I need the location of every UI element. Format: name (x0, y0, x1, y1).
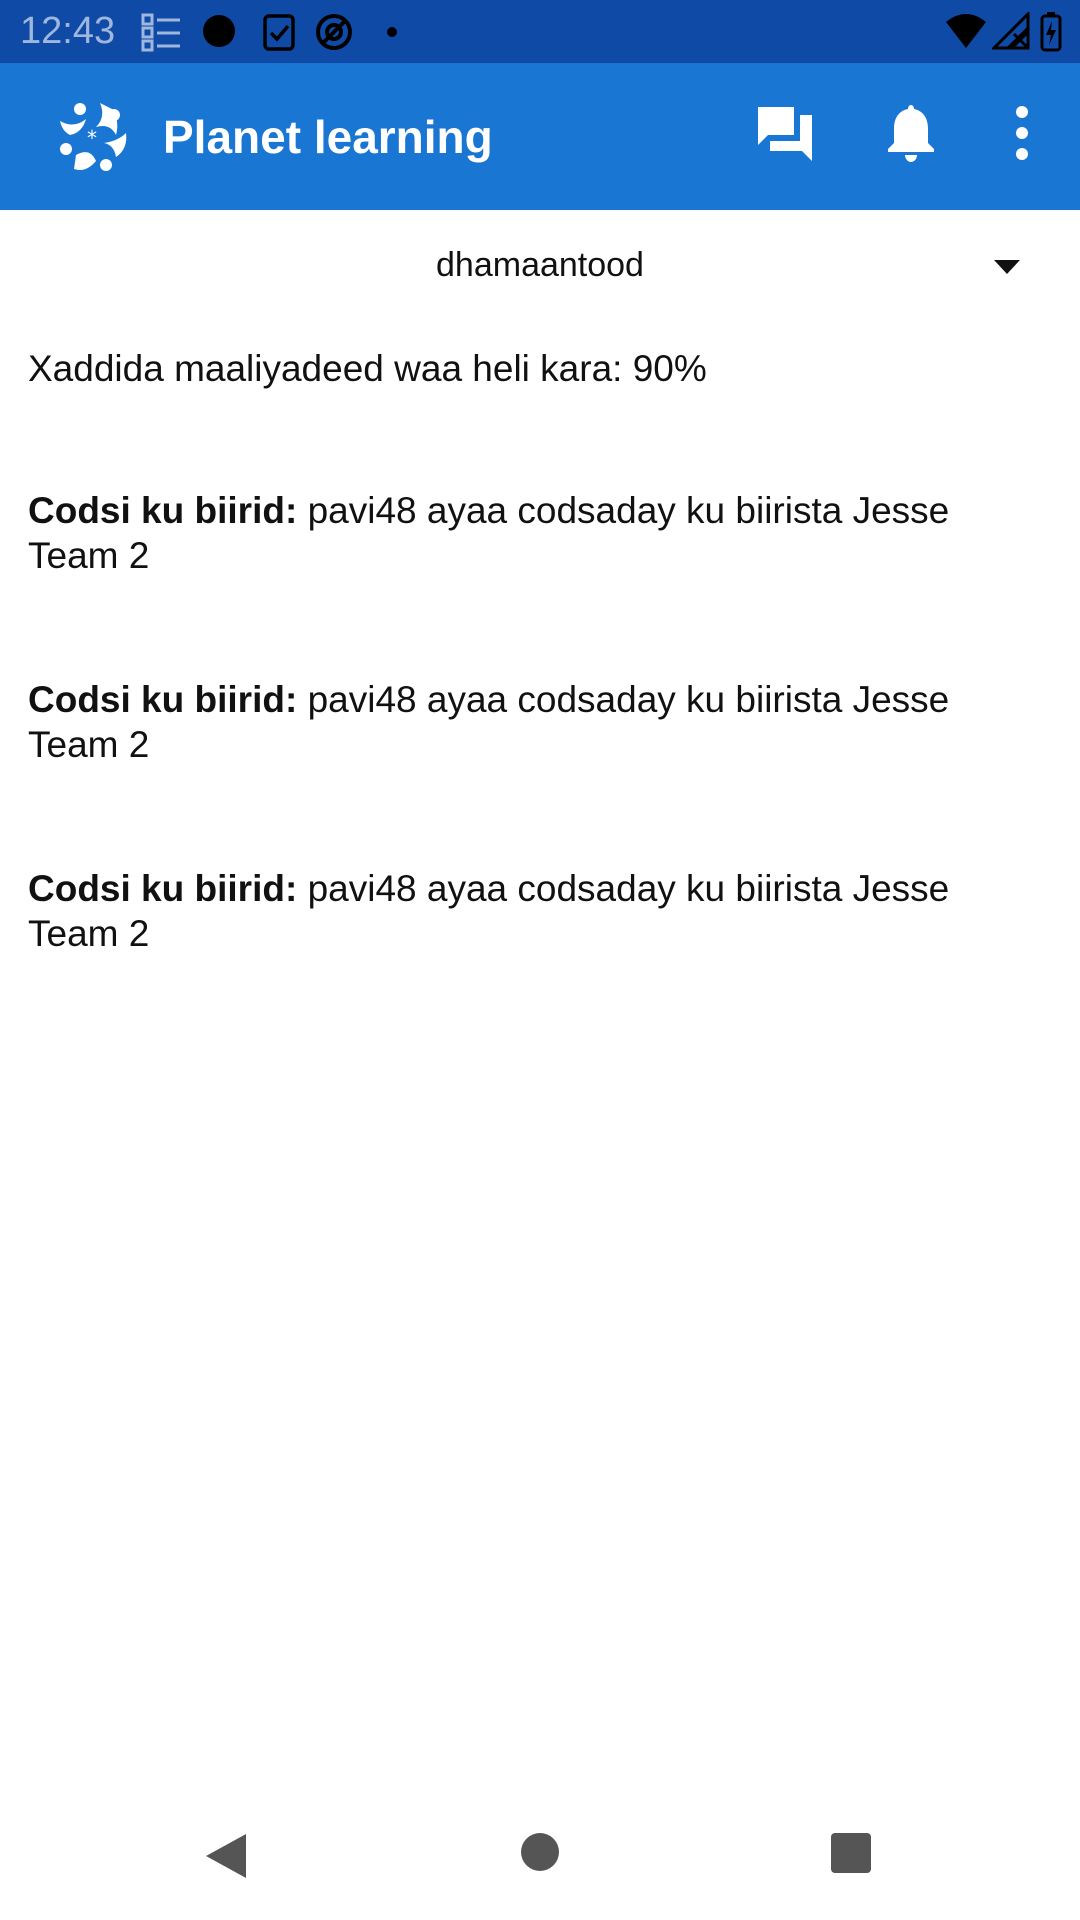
navigation-bar (0, 1800, 1080, 1920)
circle-dot-icon (203, 15, 235, 47)
notification-label: Codsi ku biirid: (28, 490, 298, 531)
notification-item[interactable]: Codsi ku biirid: pavi48 ayaa codsaday ku… (28, 866, 1018, 956)
notification-item[interactable]: Codsi ku biirid: pavi48 ayaa codsaday ku… (28, 488, 1018, 578)
status-time: 12:43 (20, 10, 116, 52)
notification-label: Codsi ku biirid: (28, 868, 298, 909)
battery-charging-icon (1040, 12, 1062, 52)
clipboard-check-icon (263, 14, 295, 51)
app-bar: * Planet learning (0, 63, 1080, 210)
back-icon[interactable] (204, 1832, 248, 1880)
app-title: Planet learning (163, 111, 493, 163)
dropdown-arrow-icon (994, 260, 1020, 274)
financial-limit-text: Xaddida maaliyadeed waa heli kara: 90% (28, 348, 707, 389)
svg-text:*: * (87, 126, 97, 150)
filter-selected-value: dhamaantood (436, 246, 644, 284)
wifi-icon (946, 14, 986, 48)
bell-icon[interactable] (886, 103, 936, 163)
signal-no-data-icon (992, 12, 1030, 50)
notification-label: Codsi ku biirid: (28, 679, 298, 720)
overflow-menu-icon[interactable] (1012, 103, 1032, 163)
small-dot-icon (387, 27, 397, 37)
filter-dropdown[interactable]: dhamaantood (0, 230, 1080, 306)
at-sign-icon (316, 14, 352, 50)
recents-icon[interactable] (830, 1832, 872, 1874)
notification-item[interactable]: Codsi ku biirid: pavi48 ayaa codsaday ku… (28, 677, 1018, 767)
status-bar: 12:43 (0, 0, 1080, 63)
planet-learning-logo: * (60, 103, 127, 171)
home-icon[interactable] (520, 1832, 560, 1872)
chat-icon[interactable] (756, 103, 814, 165)
checklist-icon (141, 13, 180, 52)
